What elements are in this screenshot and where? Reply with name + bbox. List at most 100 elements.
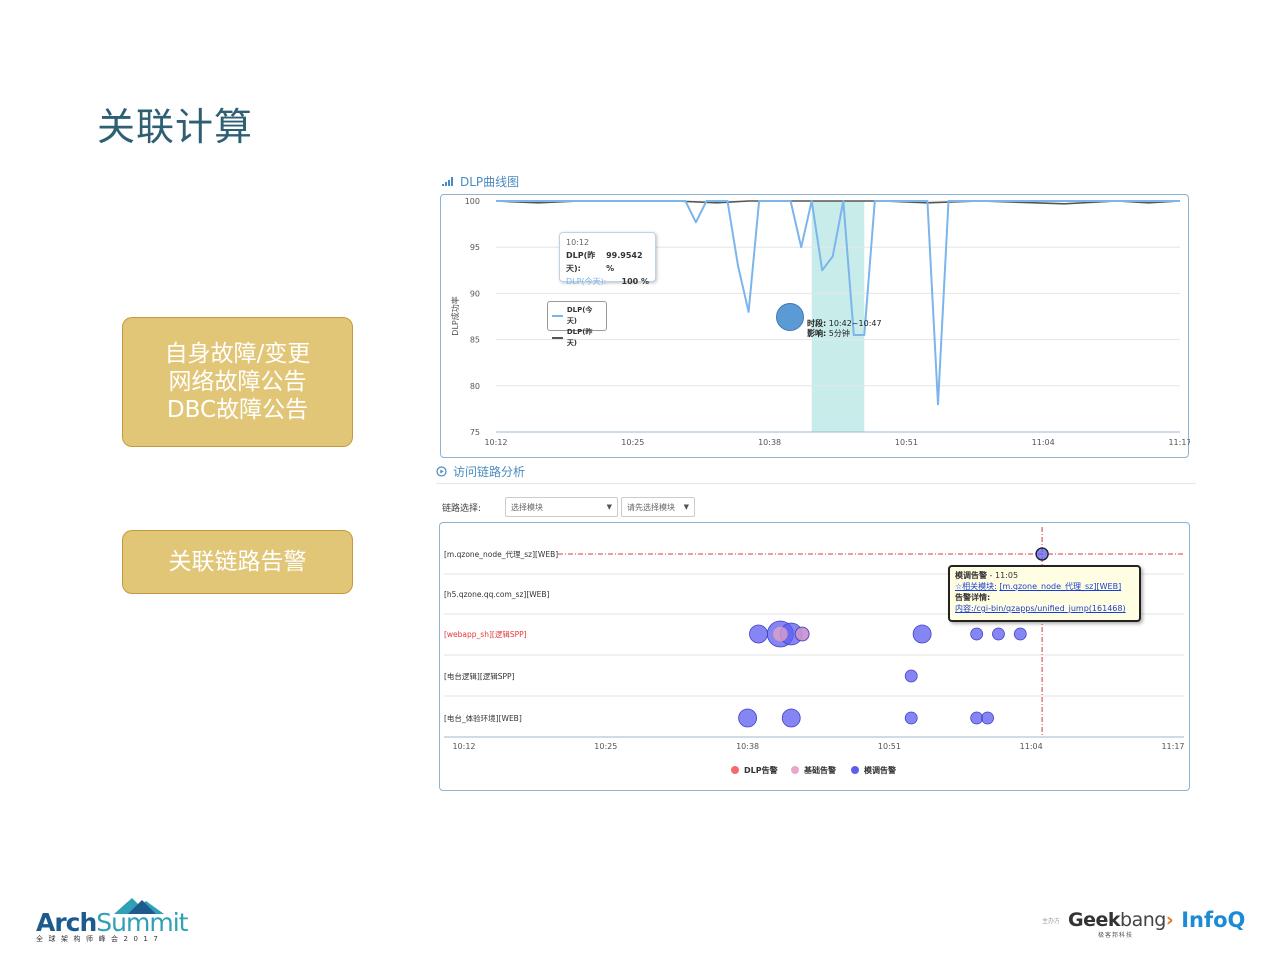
- dlp-legend: DLP(今天) DLP(昨天): [547, 301, 607, 347]
- sponsor-logos: 主办方 Geekbang› 极客邦科技 InfoQ: [1042, 905, 1246, 939]
- impact-duration-label: 影响:: [807, 329, 827, 338]
- submodule-select[interactable]: 请先选择模块 ▼: [621, 497, 695, 517]
- link-tooltip: 模调告警 - 11:05 ☆相关模块: [m.qzone_node_代理_sz]…: [948, 565, 1141, 622]
- y-tick-label: 90: [470, 289, 480, 298]
- dlp-section-title: DLP曲线图: [460, 175, 520, 189]
- dropdown-arrow-icon: ▼: [683, 503, 689, 511]
- infoq-logo: InfoQ: [1181, 908, 1246, 932]
- x-tick-label: 10:51: [895, 438, 918, 447]
- y-tick-label: 95: [470, 243, 480, 252]
- arch-subtitle: 全球架构师峰会2017: [36, 935, 164, 943]
- x-tick-label: 10:51: [878, 742, 901, 751]
- archsummit-logo: ArchSummit 全球架构师峰会2017: [36, 898, 188, 946]
- tooltip-value: 100 %: [621, 277, 650, 286]
- callout-line: 关联链路告警: [168, 549, 307, 575]
- x-tick-label: 10:12: [452, 742, 475, 751]
- y-tick-label: 85: [470, 336, 480, 345]
- module-select[interactable]: 选择模块 ▼: [505, 497, 618, 517]
- scatter-point: [772, 626, 788, 642]
- select-value: 请先选择模块: [627, 502, 675, 512]
- impact-period-value: 10:42~10:47: [828, 319, 882, 328]
- legend-label: 基础告警: [803, 765, 836, 775]
- tooltip-label: DLP(今天):: [566, 277, 607, 286]
- summit-part: Summit: [96, 908, 188, 937]
- x-tick-label: 10:25: [594, 742, 617, 751]
- legend-swatch: [552, 337, 563, 339]
- impact-annotation: 时段: 10:42~10:47 影响: 5分钟: [807, 319, 882, 339]
- scatter-point: [970, 711, 984, 725]
- bar-chart-icon: [442, 177, 453, 186]
- y-tick-label: 75: [470, 428, 480, 437]
- legend-label: DLP告警: [744, 765, 778, 775]
- tooltip-label: DLP(昨天):: [566, 251, 596, 273]
- x-tick-label: 10:38: [736, 742, 759, 751]
- link-chart-panel: [m.qzone_node_代理_sz][WEB] [h5.qzone.qq.co…: [439, 522, 1190, 791]
- legend-item-today[interactable]: DLP(今天): [552, 305, 602, 327]
- link-alert-callout: 关联链路告警: [122, 530, 353, 594]
- callout-line: 自身故障/变更: [164, 341, 311, 367]
- select-value: 选择模块: [511, 502, 543, 512]
- x-tick-label: 11:04: [1020, 742, 1043, 751]
- link-section-header: 访问链路分析: [436, 463, 525, 480]
- tooltip-row-today: DLP(今天): 100 %: [566, 275, 649, 288]
- dlp-section-header: DLP曲线图: [442, 173, 519, 190]
- geekbang-logo: Geekbang› 极客邦科技: [1068, 909, 1174, 939]
- arch-part: Arch: [36, 908, 97, 937]
- chevron-icon: ›: [1165, 909, 1174, 931]
- scatter-point: [970, 627, 984, 641]
- page-title: 关联计算: [97, 105, 254, 149]
- legend-marker: [731, 766, 739, 774]
- tooltip-detail-label: 告警详情:: [955, 593, 991, 602]
- tooltip-value: 99.9542 %: [606, 251, 643, 273]
- host-label: 主办方: [1042, 917, 1061, 925]
- impact-marker: [776, 303, 804, 331]
- scatter-point: [738, 708, 758, 728]
- callout-line: DBC故障公告: [166, 397, 309, 423]
- legend-label: DLP(今天): [566, 306, 593, 325]
- legend-marker: [791, 766, 799, 774]
- impact-period-label: 时段:: [807, 319, 827, 328]
- row-label: [m.qzone_node_代理_sz][WEB]: [444, 549, 558, 559]
- scatter-point: [904, 669, 918, 683]
- tooltip-detail-link[interactable]: 内容:/cgi-bin/qzapps/unified_jump(161468): [955, 603, 1134, 614]
- tooltip-related-link[interactable]: [m.qzone_node_代理_sz][WEB]: [999, 582, 1121, 591]
- scatter-point: [781, 708, 801, 728]
- x-tick-label: 10:38: [758, 438, 781, 447]
- row-label: [h5.qzone.qq.com_sz][WEB]: [444, 590, 550, 599]
- row-label: [电台逻辑][逻辑SPP]: [444, 671, 515, 681]
- x-tick-label: 11:17: [1161, 742, 1184, 751]
- scatter-point: [749, 624, 768, 644]
- geekbang-subtitle: 极客邦科技: [1098, 932, 1134, 939]
- row-label: [webapp_sh][逻辑SPP]: [444, 629, 527, 639]
- legend-item-yesterday[interactable]: DLP(昨天): [552, 327, 602, 349]
- y-axis-label: DLP成功率: [450, 296, 460, 335]
- x-tick-label: 11:17: [1168, 438, 1190, 447]
- bang-part: bang: [1120, 909, 1166, 931]
- tooltip-row-yesterday: DLP(昨天): 99.9542 %: [566, 249, 649, 275]
- dlp-chart-panel: 100 95 90 85 80 75 10:12 10:25 10:38 10:51 11:04 11…: [440, 194, 1190, 458]
- section-divider: [436, 483, 1196, 484]
- legend-marker: [851, 766, 859, 774]
- scatter-point: [1013, 627, 1027, 641]
- scatter-point: [1035, 547, 1049, 561]
- highlight-band: [811, 201, 865, 432]
- dropdown-arrow-icon: ▼: [606, 503, 612, 511]
- legend-swatch: [552, 315, 563, 317]
- arch-wordmark: ArchSummit: [36, 908, 188, 937]
- dlp-tooltip: 10:12 DLP(昨天): 99.9542 % DLP(今天): 100 %: [559, 232, 656, 286]
- x-tick-label: 11:04: [1032, 438, 1055, 447]
- x-tick-label: 10:25: [621, 438, 644, 447]
- y-tick-label: 80: [470, 382, 480, 391]
- scatter-point: [992, 627, 1005, 641]
- tooltip-time: 11:05: [994, 571, 1019, 580]
- tooltip-related-label[interactable]: ☆相关模块:: [955, 582, 997, 591]
- scatter-point: [912, 624, 932, 644]
- legend-label: 模调告警: [864, 765, 896, 775]
- link-select-row: 链路选择: 选择模块 ▼ 请先选择模块 ▼: [442, 497, 698, 517]
- link-scatter-chart[interactable]: [m.qzone_node_代理_sz][WEB] [h5.qzone.qq.co…: [440, 523, 1191, 792]
- scatter-point: [904, 711, 918, 725]
- scatter-point: [981, 711, 994, 725]
- tooltip-time: 10:12: [566, 238, 590, 247]
- scatter-point: [795, 627, 809, 641]
- legend-label: DLP(昨天): [566, 328, 593, 347]
